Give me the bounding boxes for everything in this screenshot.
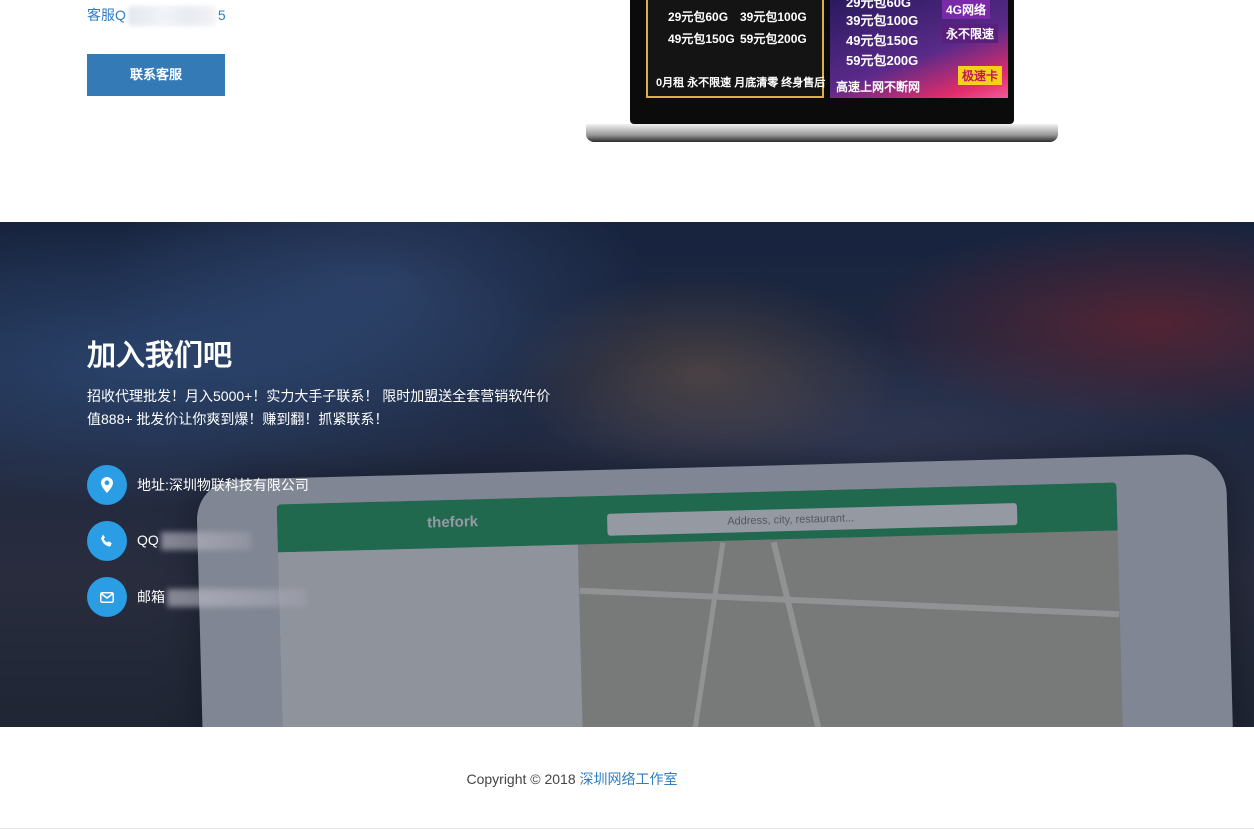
join-description: 招收代理批发！月入5000+！实力大手子联系！ 限时加盟送全套营销软件价值888…: [87, 388, 551, 427]
qq-label-text: QQ: [137, 531, 159, 548]
email-label: 邮箱: [137, 587, 307, 608]
ad-left-price-2: 39元包100G: [740, 10, 807, 24]
laptop-ad-image: 29元包60G 39元包100G 49元包150G 59元包200G 0月租 永…: [586, 0, 1058, 142]
ad-left-price-4: 59元包200G: [740, 32, 807, 46]
address-text: 地址:深圳物联科技有限公司: [137, 477, 309, 493]
ad-panel-left: 29元包60G 39元包100G 49元包150G 59元包200G 0月租 永…: [646, 0, 826, 98]
copyright-text: Copyright © 2018: [466, 771, 580, 787]
qq-row: QQ: [87, 521, 251, 561]
contact-service-button[interactable]: 联系客服: [87, 54, 225, 96]
redacted-email: [167, 589, 307, 608]
map-marker-icon: [87, 465, 127, 505]
footer: Copyright © 2018 深圳网络工作室: [0, 727, 1254, 829]
ad-right-price-4: 59元包200G: [846, 53, 919, 68]
ad-tag-nolimit: 永不限速: [942, 24, 999, 43]
address-row: 地址:深圳物联科技有限公司: [87, 465, 309, 505]
ad-left-price-1: 29元包60G: [668, 10, 729, 24]
join-title: 加入我们吧: [87, 340, 233, 372]
email-row: 邮箱: [87, 577, 307, 617]
service-qq-link[interactable]: 客服Q 5: [87, 5, 226, 27]
ad-tag-speed: 极速卡: [958, 66, 1003, 85]
company-link[interactable]: 深圳网络工作室: [580, 771, 678, 787]
ad-right-price-2: 39元包100G: [846, 13, 919, 28]
service-prefix: 客服Q: [87, 7, 126, 23]
top-section: 客服Q 5 联系客服 29元包60G 39元包100G 49元包150G 59元包…: [0, 0, 1254, 222]
envelope-icon: [87, 577, 127, 617]
join-us-section: thefork Address, city, restaurant... 加入我…: [0, 222, 1254, 727]
service-suffix: 5: [217, 7, 226, 23]
redacted-qq: [160, 532, 251, 551]
qq-label: QQ: [137, 531, 251, 551]
ad-right-footer: 高速上网不断网: [836, 80, 921, 94]
laptop-screen: 29元包60G 39元包100G 49元包150G 59元包200G 0月租 永…: [630, 0, 1014, 124]
ad-left-price-3: 49元包150G: [668, 32, 735, 46]
ad-right-price-3: 49元包150G: [846, 33, 919, 48]
laptop-base: [586, 124, 1058, 142]
email-label-text: 邮箱: [137, 588, 165, 605]
ad-tag-4g: 4G网络: [942, 0, 991, 19]
ad-panel-right: 29元包60G 39元包100G 49元包150G 59元包200G 4G网络 …: [830, 0, 1008, 98]
phone-icon: [87, 521, 127, 561]
copyright: Copyright © 2018 深圳网络工作室: [0, 769, 1144, 789]
ad-left-footer: 0月租 永不限速 月底清零 终身售后: [656, 77, 826, 89]
redacted-qq-number: [127, 6, 216, 27]
